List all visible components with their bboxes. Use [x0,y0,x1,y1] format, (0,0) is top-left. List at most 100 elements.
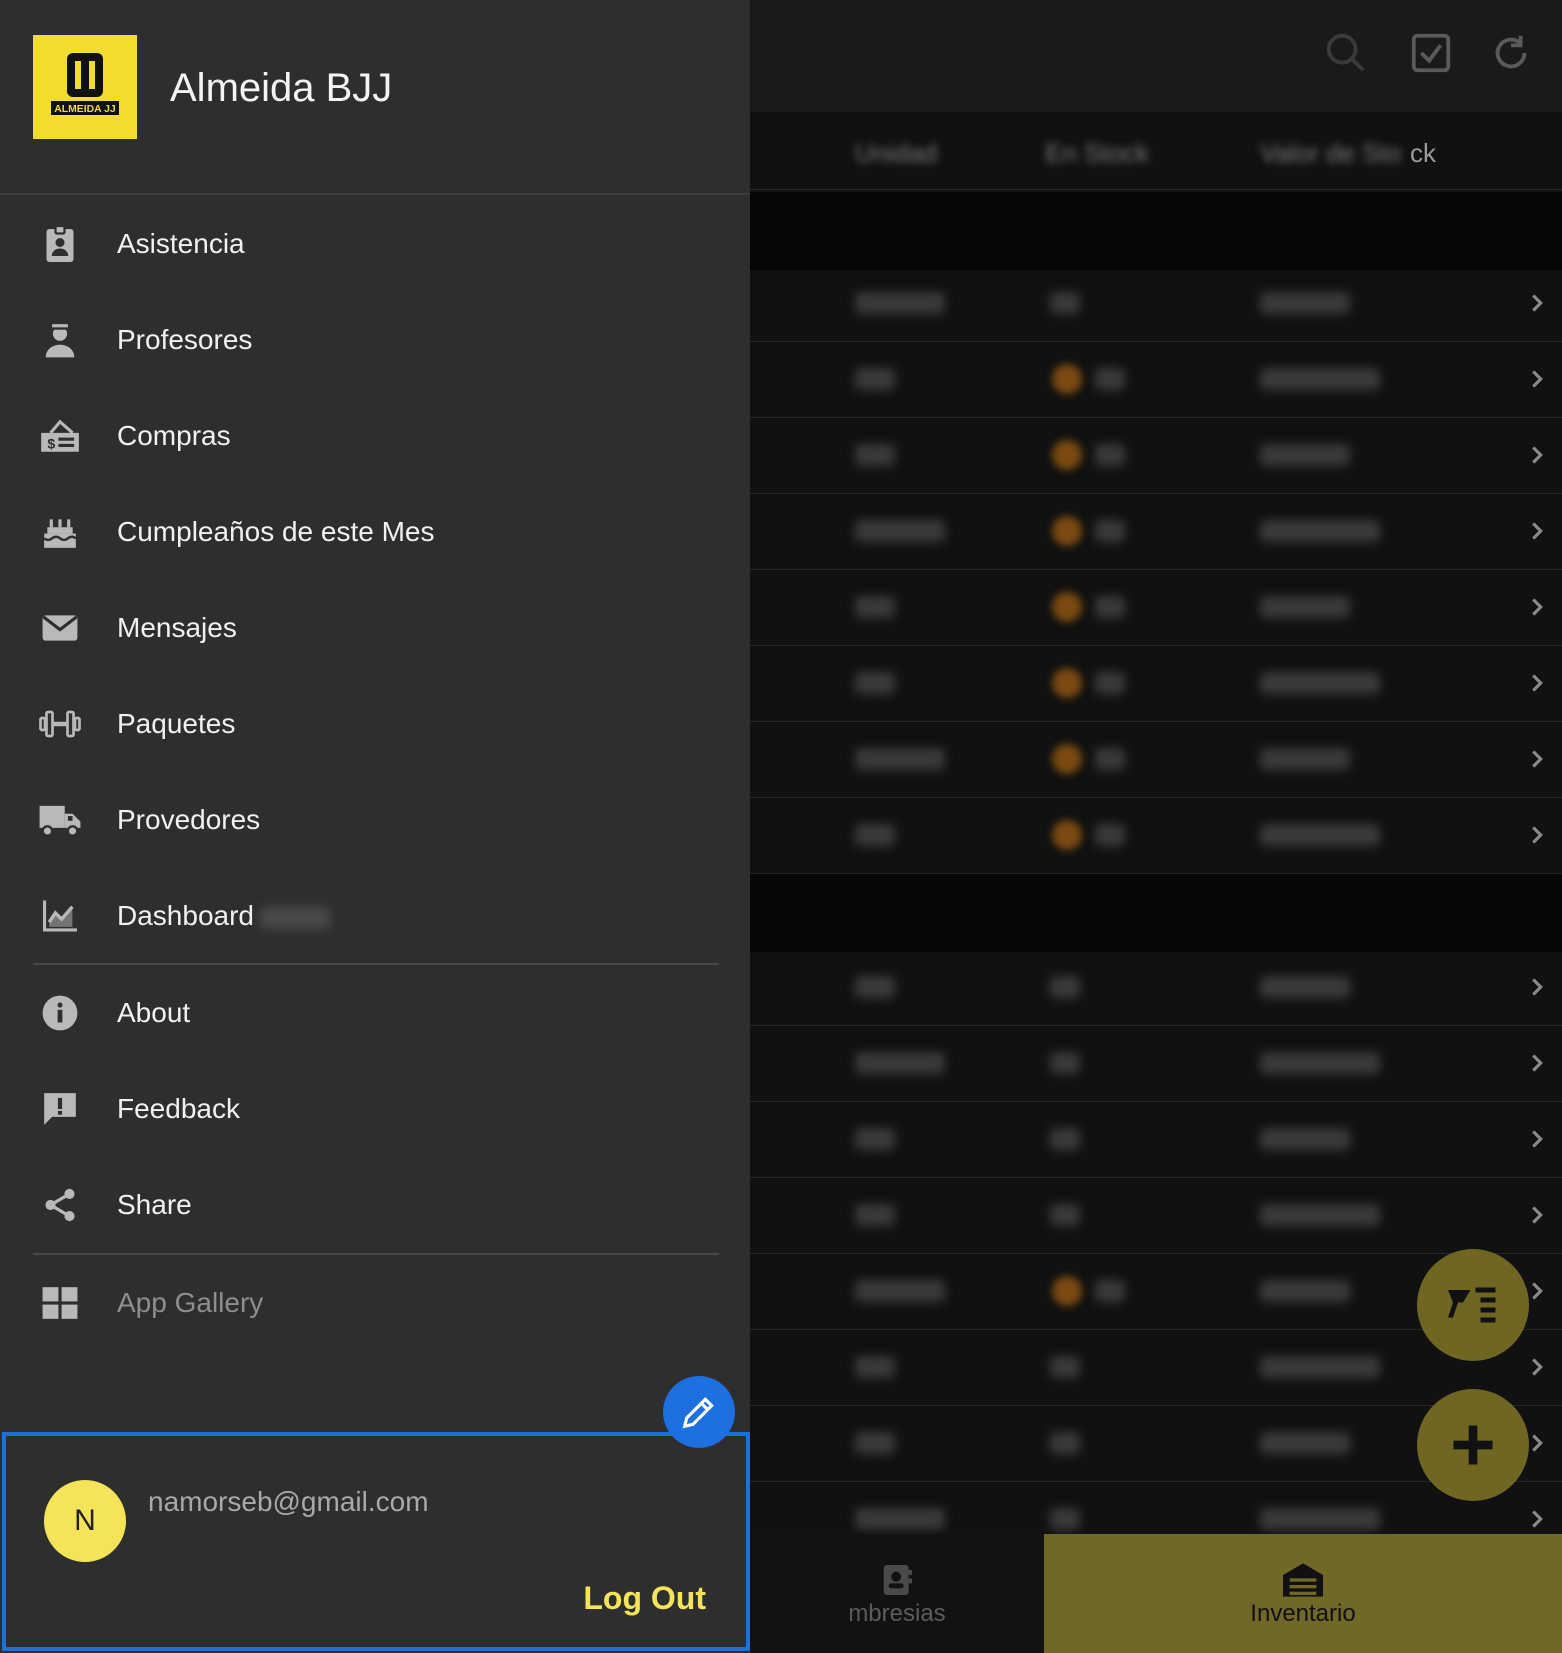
search-icon [1326,33,1365,72]
redacted-cell [1050,292,1080,314]
redacted-cell [855,1204,895,1226]
purchase-icon: $ [38,414,82,458]
grid-icon [38,1281,82,1325]
envelope-icon [38,606,82,650]
table-row[interactable] [750,418,1562,494]
warehouse-icon [1283,1562,1323,1597]
chevron-right-icon [1532,1206,1543,1224]
edit-account-button[interactable] [663,1376,735,1448]
menu-item-asistencia[interactable]: Asistencia [0,199,750,289]
drawer-header: ALMEIDA JJ Almeida BJJ [0,0,750,195]
low-stock-indicator [1052,516,1082,546]
navigation-drawer: ALMEIDA JJ Almeida BJJ Asistencia Profes… [0,0,750,1653]
chart-icon [38,894,82,938]
menu-item-provedores[interactable]: Provedores [0,775,750,865]
table-row[interactable] [750,950,1562,1026]
low-stock-indicator [1052,592,1082,622]
table-row[interactable] [750,494,1562,570]
menu-item-dashboard[interactable]: Dashboard [0,871,750,961]
menu-item-app-gallery[interactable]: App Gallery [0,1258,750,1348]
redacted-cell [1095,672,1125,694]
id-badge-icon [38,222,82,266]
redacted-cell [1095,748,1125,770]
add-item-button[interactable] [1417,1389,1529,1501]
nav-tab-inventario[interactable]: Inventario [1044,1534,1562,1653]
nav-tab-membresias[interactable]: mbresias [750,1534,1044,1653]
menu-item-compras[interactable]: $ Compras [0,391,750,481]
menu-item-cumpleanos[interactable]: Cumpleaños de este Mes [0,487,750,577]
table-row[interactable] [750,570,1562,646]
redacted-cell [1095,596,1125,618]
menu-divider [33,963,719,965]
menu-item-profesores[interactable]: Profesores [0,295,750,385]
redacted-cell [855,1432,895,1454]
barcode-scan-button[interactable] [1417,1249,1529,1361]
menu-item-feedback[interactable]: Feedback [0,1064,750,1154]
contact-card-icon [883,1564,912,1595]
menu-item-label: Cumpleaños de este Mes [117,516,435,547]
redacted-cell [1050,976,1080,998]
menu-item-share[interactable]: Share [0,1160,750,1250]
chevron-right-icon [1532,1358,1543,1376]
menu-item-label: Paquetes [117,708,236,739]
redacted-cell [1050,1508,1080,1530]
menu-item-mensajes[interactable]: Mensajes [0,583,750,673]
table-row[interactable] [750,342,1562,418]
chevron-right-icon [1532,674,1543,692]
redacted-cell [1260,672,1380,694]
menu-item-label: Mensajes [117,612,237,643]
redacted-cell [855,444,895,466]
logo-icon: ALMEIDA JJ [51,53,119,115]
organization-name: Almeida BJJ [170,66,393,110]
menu-item-about[interactable]: About [0,968,750,1058]
table-row[interactable] [750,722,1562,798]
table-row[interactable] [750,266,1562,342]
menu-item-label: About [117,997,191,1028]
redacted-cell [1260,1204,1380,1226]
chevron-right-icon [1532,1054,1543,1072]
chevron-right-icon [1532,978,1543,996]
chevron-right-icon [1532,1510,1543,1528]
redacted-text [259,906,330,929]
table-row[interactable] [750,1026,1562,1102]
redacted-cell [1260,368,1380,390]
chevron-right-icon [1532,446,1543,464]
redacted-cell [1260,1052,1380,1074]
table-row[interactable] [750,1102,1562,1178]
redacted-cell [1260,1432,1350,1454]
redacted-cell [1260,1356,1380,1378]
table-row[interactable] [750,1178,1562,1254]
account-section: N namorseb@gmail.com Log Out [2,1432,750,1651]
nav-tab-label: Inventario [1250,1599,1356,1627]
chevron-right-icon [1532,1130,1543,1148]
redacted-cell [855,1128,895,1150]
redacted-cell [1260,292,1350,314]
screen: Unidad En Stock Valor de Sto ck mbresias… [0,0,1562,1653]
nav-tab-label: mbresias [848,1599,946,1627]
redacted-cell [855,520,945,542]
table-row[interactable] [750,798,1562,874]
menu-item-label: Feedback [117,1093,240,1124]
avatar: N [44,1480,126,1562]
redacted-cell [1260,444,1350,466]
chevron-right-icon [1532,294,1543,312]
checkbox-icon [1411,33,1451,73]
low-stock-indicator [1052,744,1082,774]
redacted-cell [855,976,895,998]
redacted-cell [1260,824,1380,846]
table-row[interactable] [750,646,1562,722]
menu-item-paquetes[interactable]: Paquetes [0,679,750,769]
chevron-right-icon [1532,750,1543,768]
share-icon [38,1183,82,1227]
menu-item-label: App Gallery [117,1287,264,1318]
refresh-icon [1495,35,1527,69]
logout-button[interactable]: Log Out [583,1580,706,1617]
chevron-right-icon [1532,522,1543,540]
redacted-cell [855,368,895,390]
low-stock-indicator [1052,440,1082,470]
header-partial-text: ck [1410,138,1436,168]
redacted-cell [855,1280,945,1302]
low-stock-indicator [1052,364,1082,394]
redacted-cell [855,672,895,694]
redacted-cell [1260,748,1350,770]
